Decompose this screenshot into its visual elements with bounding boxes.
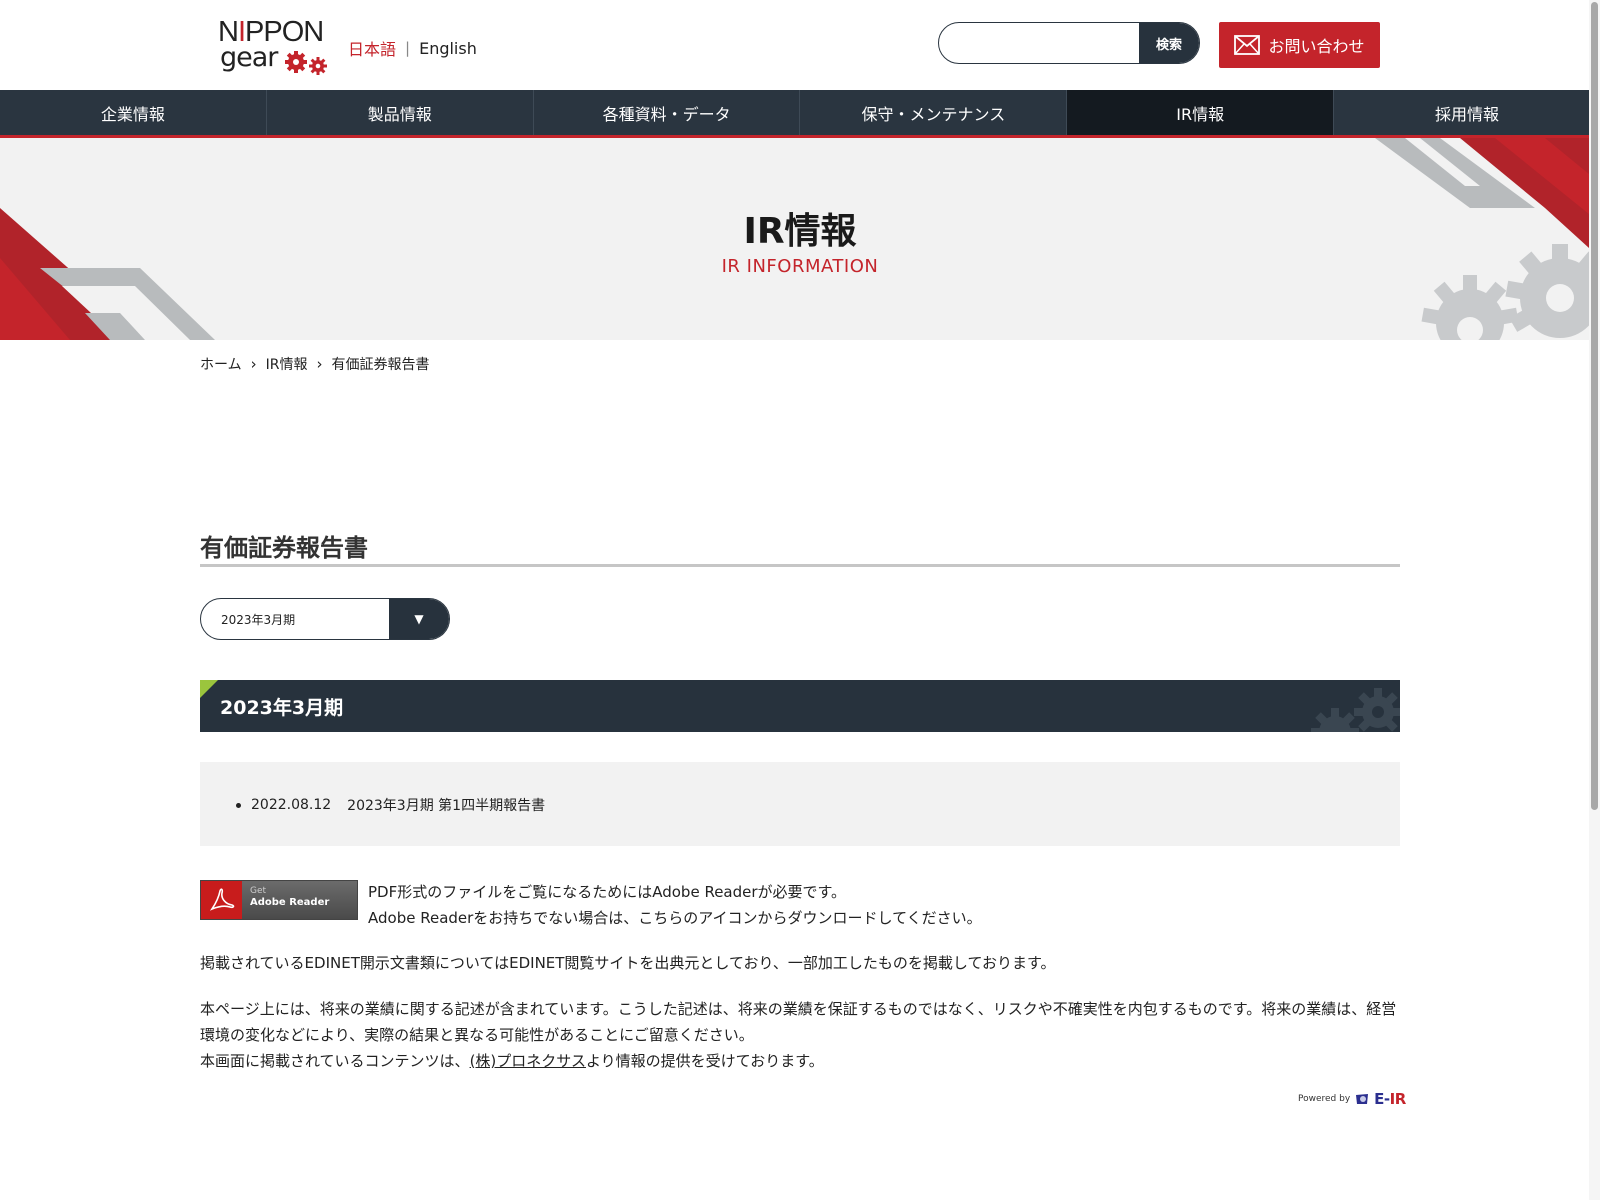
bullet-icon: [236, 802, 241, 808]
site-header: NIPPON gear 日本語 | English 検索 お問い合わせ: [0, 0, 1600, 90]
eir-logo-icon: [1356, 1094, 1369, 1104]
nav-item-products[interactable]: 製品情報: [267, 90, 534, 135]
nav-item-maintenance[interactable]: 保守・メンテナンス: [800, 90, 1068, 135]
section-title: 有価証券報告書: [200, 534, 368, 562]
lang-japanese-link[interactable]: 日本語: [348, 36, 396, 60]
breadcrumb-home[interactable]: ホーム: [200, 354, 242, 374]
adobe-reader-download-button[interactable]: Get Adobe Reader: [200, 880, 358, 920]
adobe-reader-label: Get Adobe Reader: [242, 881, 329, 919]
lang-separator: |: [405, 39, 411, 57]
nav-item-recruit[interactable]: 採用情報: [1334, 90, 1600, 135]
search-input[interactable]: [939, 23, 1139, 63]
powered-by-text: Powered by: [1298, 1094, 1351, 1104]
global-nav: 企業情報 製品情報 各種資料・データ 保守・メンテナンス IR情報 採用情報: [0, 90, 1600, 138]
pdf-note-line-1: PDF形式のファイルをご覧になるためにはAdobe Readerが必要です。: [368, 883, 847, 901]
edinet-note: 掲載されているEDINET開示文書類についてはEDINET閲覧サイトを出典元とし…: [200, 954, 1056, 972]
adobe-reader-text: Adobe Reader: [250, 897, 330, 908]
mail-icon: [1234, 35, 1261, 55]
eir-e: E-: [1374, 1090, 1390, 1108]
corner-accent: [200, 680, 218, 698]
disclaimer: 本ページ上には、将来の業績に関する記述が含まれています。こうした記述は、将来の業…: [200, 996, 1400, 1074]
nippon-gear-logo[interactable]: NIPPON gear: [218, 16, 330, 76]
breadcrumb-current: 有価証券報告書: [331, 357, 430, 373]
breadcrumb-chevron-icon: ›: [316, 355, 323, 373]
document-list-box: 2022.08.12 2023年3月期 第1四半期報告書: [200, 762, 1400, 846]
page-title: IR情報: [743, 211, 857, 252]
disclaimer-source-pre: 本画面に掲載されているコンテンツは、: [200, 1052, 470, 1070]
hero-banner: IR情報 IR INFORMATION: [0, 138, 1600, 340]
powered-by-eir[interactable]: Powered by E-IR: [1298, 1090, 1406, 1108]
pdf-note-line-2: Adobe Readerをお持ちでない場合は、こちらのアイコンからダウンロードし…: [368, 909, 982, 927]
nav-item-company[interactable]: 企業情報: [0, 90, 267, 135]
language-switcher: 日本語 | English: [348, 36, 477, 60]
eir-r: IR: [1389, 1090, 1407, 1108]
gears-icon: [1311, 688, 1400, 732]
period-select-value: 2023年3月期: [221, 612, 296, 627]
gears-icon: [285, 51, 327, 75]
adobe-get-text: Get: [250, 886, 267, 896]
period-select[interactable]: 2023年3月期 ▼: [200, 598, 450, 640]
adobe-pdf-icon: [201, 881, 242, 919]
document-link[interactable]: 2023年3月期 第1四半期報告書: [347, 795, 545, 815]
list-item[interactable]: 2022.08.12 2023年3月期 第1四半期報告書: [236, 795, 1400, 815]
search-button[interactable]: 検索: [1139, 23, 1199, 63]
contact-button[interactable]: お問い合わせ: [1219, 22, 1380, 68]
caret-down-icon[interactable]: ▼: [389, 599, 449, 639]
breadcrumb-ir[interactable]: IR情報: [266, 354, 308, 374]
pdf-note: PDF形式のファイルをご覧になるためにはAdobe Readerが必要です。 A…: [368, 879, 982, 931]
eir-logo-text: E-IR: [1374, 1090, 1406, 1108]
lang-english-link[interactable]: English: [419, 39, 477, 58]
disclaimer-source: 本画面に掲載されているコンテンツは、(株)プロネクサスより情報の提供を受けており…: [200, 1048, 1400, 1074]
site-search: 検索: [938, 22, 1200, 64]
page-subtitle: IR INFORMATION: [721, 256, 879, 277]
year-heading: 2023年3月期: [220, 697, 344, 719]
document-list: 2022.08.12 2023年3月期 第1四半期報告書: [200, 762, 1400, 815]
nav-item-ir[interactable]: IR情報: [1067, 90, 1335, 135]
disclaimer-source-post: より情報の提供を受けております。: [585, 1052, 824, 1070]
nav-item-documents[interactable]: 各種資料・データ: [534, 90, 801, 135]
breadcrumb-chevron-icon: ›: [250, 355, 257, 373]
breadcrumb: ホーム › IR情報 › 有価証券報告書: [200, 354, 429, 374]
year-heading-bar: 2023年3月期: [200, 680, 1400, 732]
pronexus-link[interactable]: (株)プロネクサス: [470, 1052, 586, 1070]
section-divider: [200, 564, 1400, 567]
contact-label: お問い合わせ: [1268, 37, 1365, 56]
logo-wordmark-bottom: gear: [220, 42, 278, 73]
disclaimer-forward-looking: 本ページ上には、将来の業績に関する記述が含まれています。こうした記述は、将来の業…: [200, 1000, 1397, 1044]
scrollbar-thumb[interactable]: [1591, 2, 1598, 810]
document-date: 2022.08.12: [251, 797, 332, 813]
page-scrollbar[interactable]: [1589, 0, 1600, 1200]
